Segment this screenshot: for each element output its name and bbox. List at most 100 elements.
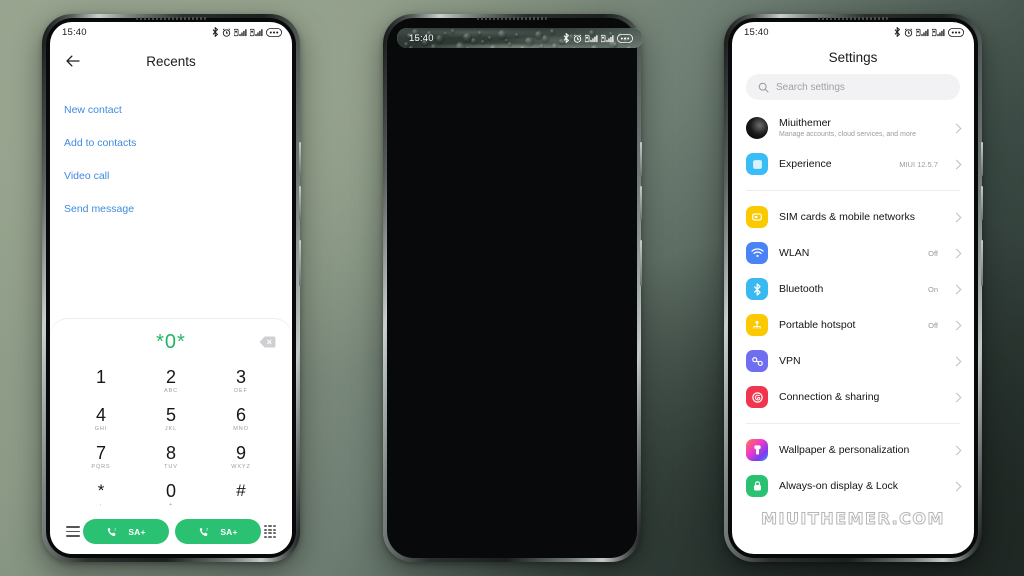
lock-icon bbox=[746, 475, 768, 498]
bluetooth-icon bbox=[746, 278, 768, 301]
status-bar-clock: 15:40 bbox=[744, 26, 769, 38]
dialpad-keys: 1 2 ABC 3 DEF 4 GHI 5 JKL 6 MNO 7 PQRS 8 TUV 9W… bbox=[50, 359, 292, 512]
earpiece-speaker bbox=[818, 17, 888, 20]
key-letters: + bbox=[168, 502, 174, 508]
call-button-sim1[interactable]: 1 SA+ bbox=[83, 519, 169, 544]
search-icon bbox=[758, 82, 769, 93]
settings-row-always-on-display[interactable]: Always-on display & Lock bbox=[732, 468, 974, 504]
dial-key-2[interactable]: 2 ABC bbox=[136, 363, 206, 398]
dialed-number: *0* bbox=[156, 330, 186, 353]
dial-key-7[interactable]: 7 PQRS bbox=[66, 439, 136, 474]
dial-key-6[interactable]: 6 MNO bbox=[206, 401, 276, 436]
key-letters: TUV bbox=[164, 464, 178, 471]
dial-display: *0* bbox=[50, 325, 292, 359]
page-title: Recents bbox=[146, 53, 196, 69]
chevron-right-icon bbox=[951, 248, 962, 259]
phone-device-dialer: 15:40 Recents New contact Add to contact… bbox=[42, 14, 301, 562]
key-letters: , bbox=[99, 500, 103, 507]
phone-screen-dialer: 15:40 Recents New contact Add to contact… bbox=[50, 22, 292, 554]
link-new-contact[interactable]: New contact bbox=[64, 94, 278, 127]
settings-row-bluetooth[interactable]: Bluetooth On bbox=[732, 271, 974, 307]
power-button[interactable] bbox=[640, 240, 642, 286]
settings-row-vpn[interactable]: VPN bbox=[732, 343, 974, 379]
row-text: Connection & sharing bbox=[779, 391, 927, 403]
vpn-icon bbox=[746, 350, 768, 373]
volume-down-button[interactable] bbox=[981, 186, 983, 220]
call-button-sim2[interactable]: 2 SA+ bbox=[175, 519, 261, 544]
row-text: Always-on display & Lock bbox=[779, 480, 927, 492]
row-value: Off bbox=[928, 320, 938, 330]
settings-group-personalization: Wallpaper & personalization Always-on di… bbox=[732, 432, 974, 504]
settings-row-connection-sharing[interactable]: Connection & sharing bbox=[732, 379, 974, 415]
chevron-right-icon bbox=[951, 159, 962, 170]
call-button-label: SA+ bbox=[128, 526, 146, 537]
dialpad-action-bar: 1 SA+ 2 SA+ bbox=[50, 512, 292, 554]
volume-button[interactable] bbox=[299, 142, 301, 176]
search-wrapper: Search settings bbox=[732, 74, 974, 110]
link-video-call[interactable]: Video call bbox=[64, 160, 278, 193]
row-text: VPN bbox=[779, 355, 927, 367]
backspace-icon[interactable] bbox=[259, 336, 276, 348]
battery-icon bbox=[948, 27, 964, 37]
settings-row-experience[interactable]: Experience MIUI 12.5.7 bbox=[732, 146, 974, 182]
row-subtitle: Manage accounts, cloud services, and mor… bbox=[779, 131, 916, 138]
settings-row-wallpaper[interactable]: Wallpaper & personalization bbox=[732, 432, 974, 468]
settings-row-sim-cards[interactable]: SIM cards & mobile networks bbox=[732, 199, 974, 235]
phone-frame: 15:40 Settings Search settings Miuitheme… bbox=[724, 14, 983, 562]
settings-row-miuithemer[interactable]: Miuithemer Manage accounts, cloud servic… bbox=[732, 110, 974, 146]
key-letters: WXYZ bbox=[231, 464, 251, 471]
volume-button[interactable] bbox=[981, 142, 983, 176]
dial-key-8[interactable]: 8 TUV bbox=[136, 439, 206, 474]
row-title: Experience bbox=[779, 158, 832, 171]
sim1-signal-icon bbox=[585, 34, 598, 42]
chevron-right-icon bbox=[951, 320, 962, 331]
key-digit: 5 bbox=[165, 405, 176, 426]
keypad-icon[interactable] bbox=[264, 525, 276, 538]
key-letters: GHI bbox=[94, 426, 108, 433]
link-send-message[interactable]: Send message bbox=[64, 193, 278, 226]
phone-call-icon: 2 bbox=[200, 526, 209, 536]
search-input[interactable]: Search settings bbox=[746, 74, 960, 100]
row-title: Connection & sharing bbox=[779, 391, 880, 404]
dial-key-4[interactable]: 4 GHI bbox=[66, 401, 136, 436]
call-button-label: SA+ bbox=[220, 526, 238, 537]
alarm-icon bbox=[222, 27, 231, 37]
alarm-icon bbox=[904, 27, 913, 37]
bluetooth-icon bbox=[563, 33, 570, 43]
key-digit: 9 bbox=[235, 443, 246, 464]
power-button[interactable] bbox=[981, 240, 983, 286]
volume-button[interactable] bbox=[640, 142, 642, 176]
dial-key-0[interactable]: 0 + bbox=[136, 477, 206, 512]
phone-call-icon: 1 bbox=[108, 526, 117, 536]
status-bar-clock: 15:40 bbox=[409, 32, 434, 44]
row-title: Bluetooth bbox=[779, 283, 824, 296]
key-digit: 2 bbox=[165, 367, 176, 388]
dial-key-3[interactable]: 3 DEF bbox=[206, 363, 276, 398]
dial-key-9[interactable]: 9 WXYZ bbox=[206, 439, 276, 474]
dial-key-1[interactable]: 1 bbox=[66, 363, 136, 398]
settings-row-wlan[interactable]: WLAN Off bbox=[732, 235, 974, 271]
dial-key-star[interactable]: *, bbox=[66, 477, 136, 512]
row-title: Miuithemer bbox=[779, 117, 831, 129]
settings-row-portable-hotspot[interactable]: Portable hotspot Off bbox=[732, 307, 974, 343]
volume-down-button[interactable] bbox=[299, 186, 301, 220]
hamburger-menu-icon[interactable] bbox=[66, 526, 80, 537]
key-digit: 8 bbox=[165, 443, 176, 464]
key-letters: ABC bbox=[163, 388, 178, 395]
phone-device-settings: 15:40 Settings Search settings Miuitheme… bbox=[724, 14, 983, 562]
status-bar-clock: 15:40 bbox=[62, 26, 87, 38]
dial-key-hash[interactable]: # bbox=[206, 477, 276, 512]
link-add-to-contacts[interactable]: Add to contacts bbox=[64, 127, 278, 160]
volume-down-button[interactable] bbox=[640, 186, 642, 220]
row-title: SIM cards & mobile networks bbox=[779, 211, 915, 224]
wifi-icon bbox=[746, 242, 768, 265]
status-bar-icons bbox=[212, 27, 282, 37]
dial-key-5[interactable]: 5 JKL bbox=[136, 401, 206, 436]
connection-sharing-icon bbox=[746, 386, 768, 409]
list-divider bbox=[746, 423, 960, 425]
key-digit: 4 bbox=[95, 405, 106, 426]
power-button[interactable] bbox=[299, 240, 301, 286]
back-arrow-icon[interactable] bbox=[64, 52, 82, 70]
row-text: Bluetooth bbox=[779, 283, 917, 295]
battery-icon bbox=[266, 27, 282, 37]
